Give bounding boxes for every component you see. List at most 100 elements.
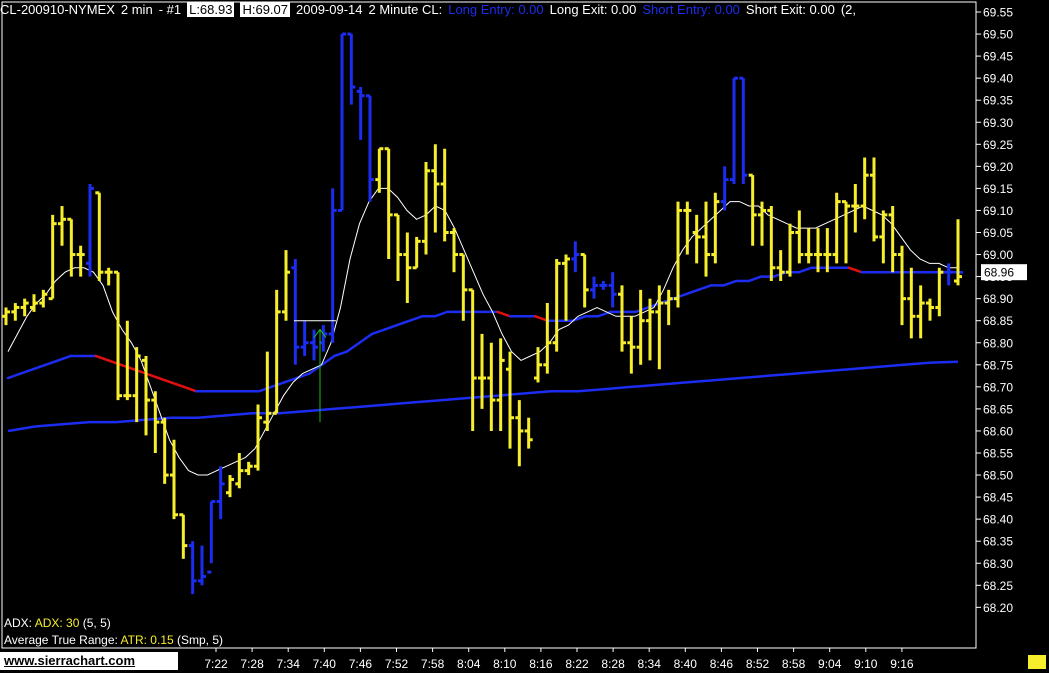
x-tick-label: 8:22: [565, 657, 589, 671]
x-tick-label: 7:34: [277, 657, 301, 671]
ohlc-bar: [692, 214, 701, 264]
ohlc-bar: [188, 541, 197, 595]
interval-label: 2 min: [120, 2, 153, 17]
y-tick-label: 69.20: [983, 160, 1013, 174]
fast-moving-average: [7, 187, 958, 476]
mid-ma-segment: [383, 323, 399, 331]
ohlc-bar: [422, 161, 430, 255]
ohlc-bar: [888, 206, 897, 273]
y-tick-label: 68.70: [983, 380, 1013, 394]
mid-ma-segment: [56, 354, 73, 362]
x-tick-label: 9:10: [854, 657, 878, 671]
corner-box[interactable]: [1028, 655, 1046, 669]
mid-ma-segment: [395, 319, 411, 327]
ohlc-bar: [95, 191, 104, 282]
ohlc-bar: [860, 157, 869, 220]
atr-label: Average True Range:: [4, 633, 118, 647]
low-value: L:68.93: [187, 2, 235, 17]
chart-number: - #1: [158, 2, 182, 17]
ohlc-bar: [76, 245, 85, 277]
ohlc-bar: [562, 254, 570, 321]
mid-ma-segment: [358, 332, 374, 344]
ohlc-bar: [244, 461, 253, 476]
time-axis[interactable]: 7:22 7:28 7:34 7:40 7:46 7:52 7:58 8:04 8:10 8:16…: [204, 648, 914, 671]
study-name: 2 Minute CL:: [368, 2, 443, 17]
ohlc-bar: [496, 338, 505, 431]
ohlc-bar: [506, 351, 514, 449]
price-axis[interactable]: 69.55 69.50 69.45 69.40 69.35 69.30 69.25 69.20…: [976, 6, 1027, 615]
y-tick-label: 68.75: [983, 358, 1013, 372]
y-tick-label: 69.50: [983, 28, 1013, 42]
y-tick-label: 69.35: [983, 94, 1013, 108]
y-tick-label: 68.85: [983, 314, 1013, 328]
entry-signal: [294, 320, 336, 423]
ohlc-bar: [179, 513, 188, 559]
x-tick-label: 8:40: [674, 657, 698, 671]
y-tick-label: 69.15: [983, 182, 1013, 196]
ohlc-bar: [403, 232, 412, 304]
ohlc-bar: [664, 289, 673, 326]
ohlc-bar: [347, 32, 356, 105]
ohlc-bar: [431, 144, 440, 233]
ohlc-bar: [655, 285, 664, 370]
y-tick-label: 69.10: [983, 204, 1013, 218]
y-tick-label: 68.30: [983, 557, 1013, 571]
ohlc-bar: [338, 32, 346, 212]
ohlc-bar: [319, 325, 328, 352]
y-tick-label: 68.55: [983, 447, 1013, 461]
ohlc-bar: [748, 173, 757, 246]
ohlc-bar: [440, 148, 449, 242]
adx-label: ADX:: [4, 616, 33, 630]
mid-ma-segment: [684, 288, 700, 296]
symbol-label: CL-200910-NYMEX: [0, 2, 115, 17]
ohlc-bar: [814, 228, 822, 273]
x-tick-label: 7:58: [421, 657, 445, 671]
ohlc-bar: [907, 267, 916, 339]
mid-ma-segment: [157, 376, 173, 384]
brand-link[interactable]: www.sierrachart.com: [0, 652, 178, 670]
ohlc-bar: [2, 307, 10, 326]
ohlc-bar: [552, 258, 561, 352]
plot-frame: [1, 1, 977, 649]
chart-grid: [1, 1, 977, 649]
mid-ma-segment: [94, 354, 110, 362]
ohlc-bar: [590, 276, 598, 299]
ohlc-bar: [580, 253, 589, 308]
y-tick-label: 69.25: [983, 138, 1013, 152]
price-chart[interactable]: 69.55 69.50 69.45 69.40 69.35 69.30 69.25 69.20…: [0, 0, 1049, 673]
x-tick-label: 7:22: [204, 657, 228, 671]
ohlc-bar: [20, 298, 29, 317]
ohlc-bar: [282, 250, 290, 321]
y-tick-label: 69.40: [983, 72, 1013, 86]
y-tick-label: 68.40: [983, 513, 1013, 527]
mid-ma-segment: [44, 359, 60, 367]
ohlc-bar: [198, 545, 206, 586]
x-tick-label: 8:04: [457, 657, 481, 671]
chart-header: CL-200910-NYMEX 2 min - #1 L:68.93 H:69.07 20…: [0, 0, 862, 20]
ohlc-bar: [384, 147, 393, 259]
ohlc-bar: [935, 267, 944, 317]
x-tick-label: 8:34: [638, 657, 662, 671]
x-tick-label: 8:52: [746, 657, 770, 671]
y-tick-label: 68.90: [983, 292, 1013, 306]
ohlc-bar: [618, 285, 626, 352]
x-tick-label: 8:58: [782, 657, 806, 671]
ohlc-bar: [702, 201, 710, 277]
mid-ma-segment: [333, 350, 349, 358]
x-tick-label: 7:52: [385, 657, 409, 671]
ohlc-bar: [226, 475, 234, 498]
ohlc-bar: [48, 214, 57, 301]
last-price-label: 68.96: [984, 266, 1014, 280]
y-tick-label: 68.45: [983, 491, 1013, 505]
mid-ma-segment: [182, 385, 198, 393]
x-tick-label: 9:04: [818, 657, 842, 671]
mid-ma-segment: [847, 266, 863, 274]
atr-params: (Smp, 5): [177, 633, 224, 647]
y-tick-label: 69.45: [983, 50, 1013, 64]
ohlc-bar: [898, 245, 906, 326]
price-bars: [2, 32, 962, 595]
long-entry: Long Entry: 0.00: [448, 2, 544, 17]
fast-ma-line: [7, 187, 958, 476]
ohlc-bar: [730, 76, 738, 184]
y-tick-label: 68.25: [983, 579, 1013, 593]
